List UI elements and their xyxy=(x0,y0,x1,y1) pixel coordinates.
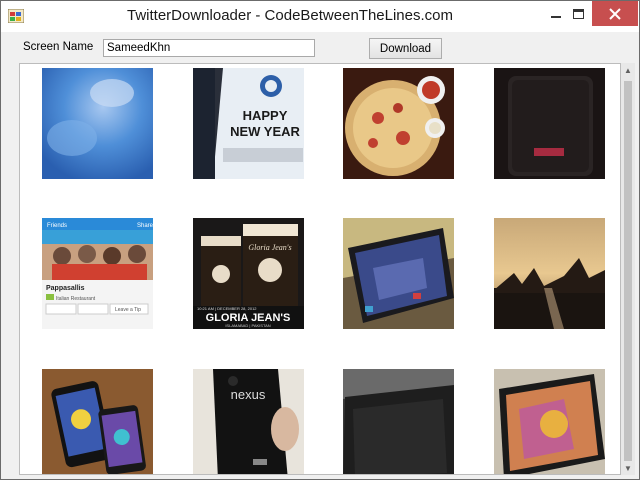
scroll-up-arrow-icon[interactable]: ▲ xyxy=(621,63,635,77)
photo-two-phones-image xyxy=(42,369,153,474)
close-button[interactable] xyxy=(592,1,638,26)
app-window: TwitterDownloader - CodeBetweenTheLines.… xyxy=(0,0,640,480)
photo-foursquare-checkin-image: Friends Share Pappasallis Italian Restau… xyxy=(42,218,153,329)
window-title: TwitterDownloader - CodeBetweenTheLines.… xyxy=(127,7,453,24)
photo-dark-tablet-image xyxy=(343,369,454,474)
thumbnail-8[interactable] xyxy=(494,218,605,329)
thumbnail-3[interactable] xyxy=(343,68,454,179)
thumbnail-12[interactable] xyxy=(494,369,605,474)
svg-text:nexus: nexus xyxy=(231,387,266,402)
svg-text:NEW YEAR: NEW YEAR xyxy=(230,124,300,139)
photo-blue-abstract-image xyxy=(42,68,153,179)
thumbnail-4[interactable] xyxy=(494,68,605,179)
photo-gloria-jeans-cups-image: Gloria Jean's 10:21 AM | DECEMBER 28, 20… xyxy=(193,218,304,329)
thumbnail-7[interactable] xyxy=(343,218,454,329)
svg-text:Gloria Jean's: Gloria Jean's xyxy=(248,243,291,252)
thumbnail-10[interactable]: nexus xyxy=(193,369,304,474)
photo-t-mobile-phone-image xyxy=(494,68,605,179)
photo-happy-new-year-card-image: HAPPY NEW YEAR xyxy=(193,68,304,179)
screen-name-label: Screen Name xyxy=(23,41,94,53)
svg-text:Pappasallis: Pappasallis xyxy=(46,285,85,292)
photo-sunset-trees-image xyxy=(494,218,605,329)
thumbnail-5[interactable]: Friends Share Pappasallis Italian Restau… xyxy=(42,218,153,329)
thumbnail-9[interactable] xyxy=(42,369,153,474)
image-gallery[interactable]: HAPPY NEW YEAR Friends Share Pappasallis… xyxy=(19,63,621,475)
svg-text:Share: Share xyxy=(137,223,153,229)
thumbnail-11[interactable] xyxy=(343,369,454,474)
scroll-down-arrow-icon[interactable]: ▼ xyxy=(621,461,635,475)
svg-text:Friends: Friends xyxy=(47,223,67,229)
svg-text:Leave a Tip: Leave a Tip xyxy=(115,307,141,313)
photo-tablet-colorful-image xyxy=(494,369,605,474)
thumbnail-6[interactable]: Gloria Jean's 10:21 AM | DECEMBER 28, 20… xyxy=(193,218,304,329)
photo-tablet-on-table-image xyxy=(343,218,454,329)
thumbnail-2[interactable]: HAPPY NEW YEAR xyxy=(193,68,304,179)
vertical-scrollbar[interactable]: ▲ ▼ xyxy=(621,63,635,475)
svg-text:ISLAMABAD | PAKISTAN: ISLAMABAD | PAKISTAN xyxy=(225,323,270,328)
download-button[interactable]: Download xyxy=(369,38,442,59)
thumbnail-1[interactable] xyxy=(42,68,153,179)
maximize-icon xyxy=(572,8,584,19)
svg-text:HAPPY: HAPPY xyxy=(243,108,288,123)
svg-text:Italian Restaurant: Italian Restaurant xyxy=(56,296,96,302)
close-icon xyxy=(609,7,621,20)
photo-nexus-phone-back-image: nexus xyxy=(193,369,304,474)
title-bar: TwitterDownloader - CodeBetweenTheLines.… xyxy=(1,1,639,32)
app-icon xyxy=(8,9,24,23)
photo-pizza-image xyxy=(343,68,454,179)
svg-text:10:21 AM | DECEMBER 28, 2012: 10:21 AM | DECEMBER 28, 2012 xyxy=(197,306,257,311)
screen-name-input[interactable] xyxy=(103,39,315,57)
scroll-thumb[interactable] xyxy=(624,81,632,461)
